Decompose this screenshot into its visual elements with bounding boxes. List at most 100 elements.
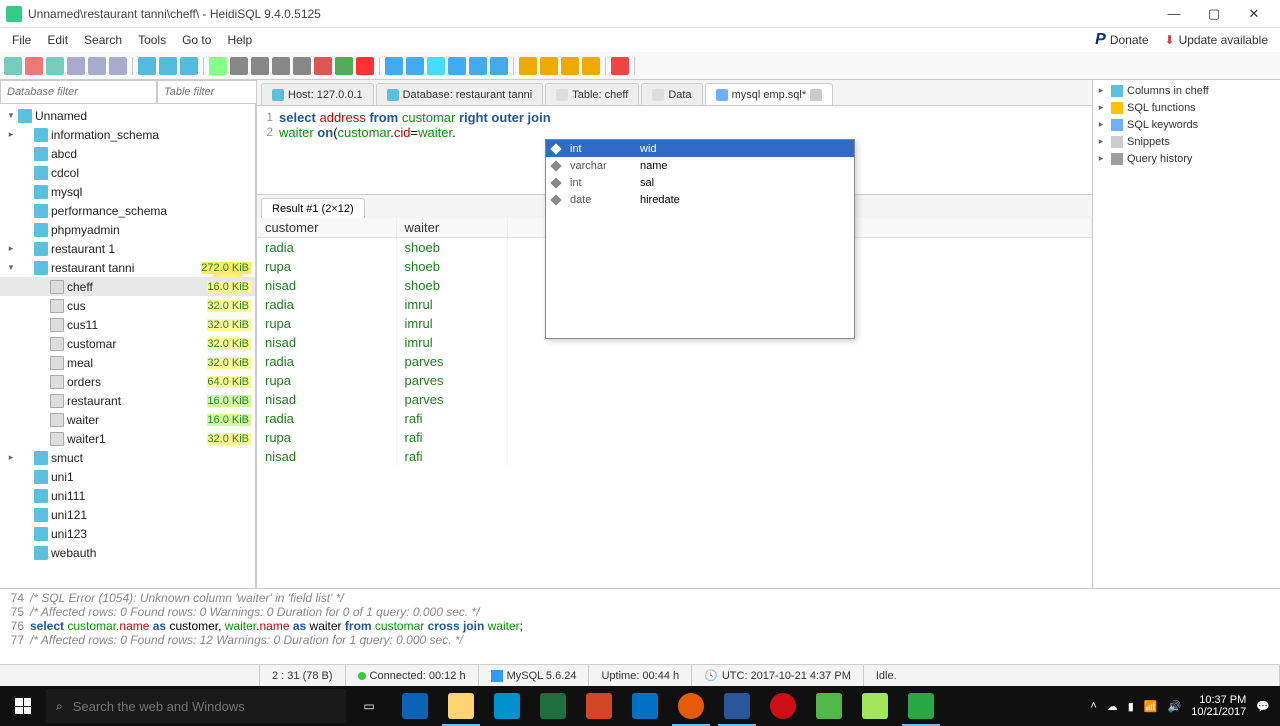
database-filter-input[interactable] [0, 80, 157, 104]
tree-item-waiter[interactable]: waiter16.0 KiB [0, 410, 255, 429]
menu-tools[interactable]: Tools [130, 31, 174, 49]
toolbar-btn-21[interactable] [406, 57, 424, 75]
toolbar-btn-12[interactable] [230, 57, 248, 75]
tray-onedrive-icon[interactable]: ☁ [1107, 700, 1118, 713]
tree-item-cdcol[interactable]: cdcol [0, 163, 255, 182]
menu-help[interactable]: Help [219, 31, 260, 49]
cell[interactable]: imrul [396, 295, 507, 314]
toolbar-btn-28[interactable] [540, 57, 558, 75]
col-header-waiter[interactable]: waiter [396, 218, 507, 238]
toolbar-btn-25[interactable] [490, 57, 508, 75]
toolbar-btn-4[interactable] [88, 57, 106, 75]
table-row[interactable]: nisadparves [257, 390, 1092, 409]
toolbar-btn-8[interactable] [159, 57, 177, 75]
tree-item-orders[interactable]: orders64.0 KiB [0, 372, 255, 391]
toolbar-btn-20[interactable] [385, 57, 403, 75]
toolbar-btn-3[interactable] [67, 57, 85, 75]
tree-item-uni123[interactable]: uni123 [0, 524, 255, 543]
rightpanel-Snippets[interactable]: ▸Snippets [1095, 133, 1278, 150]
tray-wifi-icon[interactable]: 📶 [1144, 700, 1158, 713]
cell[interactable]: imrul [396, 314, 507, 333]
taskbar-app-ff[interactable] [668, 686, 714, 726]
toolbar-btn-32[interactable] [611, 57, 629, 75]
expand-icon[interactable]: ▸ [4, 452, 18, 463]
cell[interactable]: rafi [396, 447, 507, 466]
cell[interactable]: shoeb [396, 276, 507, 295]
toolbar-btn-23[interactable] [448, 57, 466, 75]
cell[interactable]: rupa [257, 371, 396, 390]
toolbar-btn-14[interactable] [272, 57, 290, 75]
tree-item-cus11[interactable]: cus1132.0 KiB [0, 315, 255, 334]
expand-icon[interactable]: ▸ [1095, 85, 1107, 96]
menu-goto[interactable]: Go to [174, 31, 219, 49]
tree-item-performance_schema[interactable]: performance_schema [0, 201, 255, 220]
cell[interactable]: nisad [257, 447, 396, 466]
toolbar-btn-13[interactable] [251, 57, 269, 75]
tree-item-uni1[interactable]: uni1 [0, 467, 255, 486]
toolbar-btn-30[interactable] [582, 57, 600, 75]
cell[interactable]: radia [257, 352, 396, 371]
toolbar-btn-1[interactable] [25, 57, 43, 75]
tab-Table-cheff[interactable]: Table: cheff [545, 83, 639, 105]
toolbar-btn-27[interactable] [519, 57, 537, 75]
toolbar-btn-18[interactable] [356, 57, 374, 75]
cell[interactable]: radia [257, 409, 396, 428]
tree-item-uni111[interactable]: uni111 [0, 486, 255, 505]
expand-icon[interactable]: ▸ [4, 243, 18, 254]
tray-chevron-icon[interactable]: ˄ [1090, 700, 1096, 712]
expand-icon[interactable]: ▾ [4, 262, 18, 273]
cell[interactable]: rupa [257, 257, 396, 276]
taskbar-app-folder[interactable] [438, 686, 484, 726]
rightpanel-Query-history[interactable]: ▸Query history [1095, 150, 1278, 167]
tab-Host-127-0-0-1[interactable]: Host: 127.0.0.1 [261, 83, 374, 105]
tree-item-meal[interactable]: meal32.0 KiB [0, 353, 255, 372]
tab-extra-icon[interactable] [810, 89, 822, 101]
tree-item-mysql[interactable]: mysql [0, 182, 255, 201]
tree-item-smuct[interactable]: ▸smuct [0, 448, 255, 467]
cell[interactable]: parves [396, 371, 507, 390]
toolbar-btn-16[interactable] [314, 57, 332, 75]
expand-icon[interactable]: ▸ [1095, 153, 1107, 164]
tray-battery-icon[interactable]: ▮ [1128, 700, 1134, 713]
table-row[interactable]: radiaparves [257, 352, 1092, 371]
col-header-customer[interactable]: customer [257, 218, 396, 238]
toolbar-btn-15[interactable] [293, 57, 311, 75]
cell[interactable]: shoeb [396, 257, 507, 276]
autocomplete-item-name[interactable]: varcharname [546, 157, 854, 174]
expand-icon[interactable]: ▸ [4, 129, 18, 140]
taskbar-app-heidi[interactable] [898, 686, 944, 726]
toolbar-btn-29[interactable] [561, 57, 579, 75]
toolbar-btn-11[interactable] [209, 57, 227, 75]
taskbar-app-store[interactable] [484, 686, 530, 726]
tree-item-information_schema[interactable]: ▸information_schema [0, 125, 255, 144]
tray-volume-icon[interactable]: 🔊 [1168, 700, 1182, 713]
result-tab[interactable]: Result #1 (2×12) [261, 198, 365, 218]
cell[interactable]: nisad [257, 390, 396, 409]
expand-icon[interactable]: ▸ [1095, 119, 1107, 130]
table-row[interactable]: radiarafi [257, 409, 1092, 428]
system-tray[interactable]: ˄ ☁ ▮ 📶 🔊 10:37 PM 10/21/2017 💬 [1080, 694, 1280, 718]
autocomplete-popup[interactable]: intwidvarcharnameintsaldatehiredate [545, 139, 855, 339]
cell[interactable]: rafi [396, 428, 507, 447]
tab-Data[interactable]: Data [641, 83, 702, 105]
menu-search[interactable]: Search [76, 31, 130, 49]
expand-icon[interactable]: ▸ [1095, 102, 1107, 113]
toolbar-btn-5[interactable] [109, 57, 127, 75]
tree-item-restaurant-1[interactable]: ▸restaurant 1 [0, 239, 255, 258]
autocomplete-item-sal[interactable]: intsal [546, 174, 854, 191]
update-available-link[interactable]: ⬇Update available [1157, 33, 1276, 47]
tree-item-waiter1[interactable]: waiter132.0 KiB [0, 429, 255, 448]
tree-item-customar[interactable]: customar32.0 KiB [0, 334, 255, 353]
table-row[interactable]: rupaparves [257, 371, 1092, 390]
cell[interactable]: nisad [257, 333, 396, 352]
taskbar-app-excel[interactable] [530, 686, 576, 726]
rightpanel-SQL-keywords[interactable]: ▸SQL keywords [1095, 116, 1278, 133]
autocomplete-item-hiredate[interactable]: datehiredate [546, 191, 854, 208]
task-view-button[interactable]: ▭ [346, 686, 392, 726]
tree-item-uni121[interactable]: uni121 [0, 505, 255, 524]
taskbar-app-ppt[interactable] [576, 686, 622, 726]
tree-item-restaurant[interactable]: restaurant16.0 KiB [0, 391, 255, 410]
tab-mysql-emp-sql-[interactable]: mysql emp.sql* [705, 83, 834, 105]
tray-notifications-icon[interactable]: 💬 [1256, 700, 1270, 713]
autocomplete-item-wid[interactable]: intwid [546, 140, 854, 157]
